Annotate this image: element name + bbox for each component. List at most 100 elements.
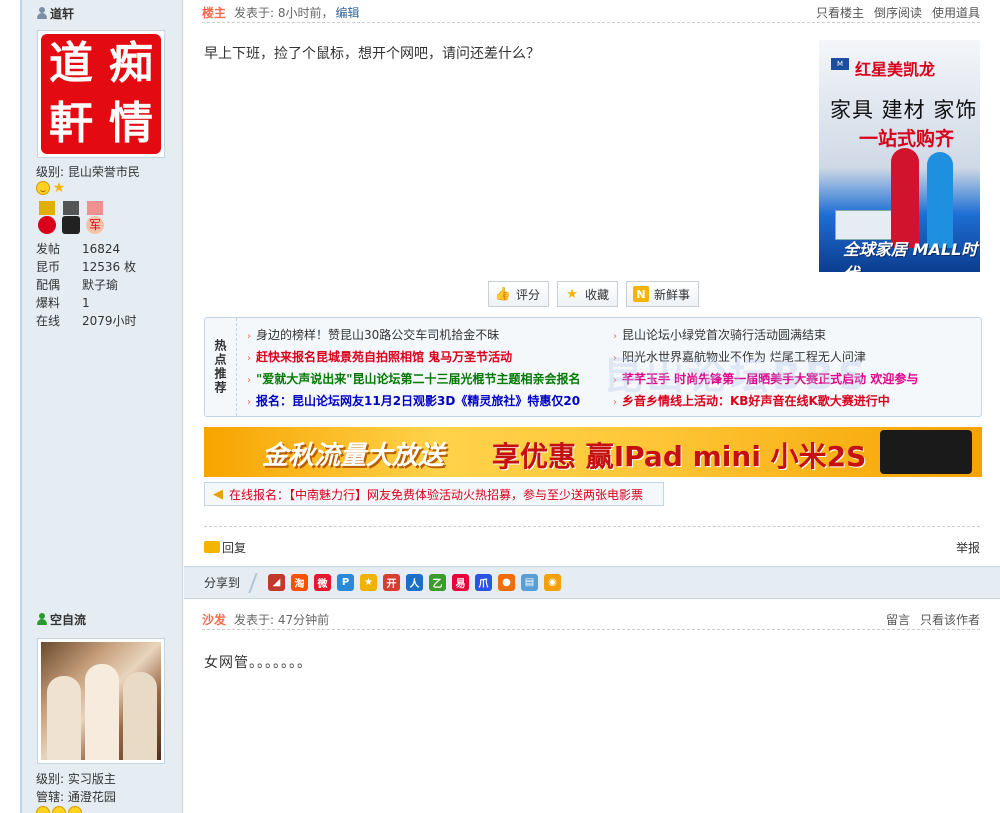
message-link[interactable]: 留言 (886, 611, 910, 628)
hot-item[interactable]: › 芊芊玉手 时尚先锋第一届晒美手大赛正式启动 欢迎参与 (613, 368, 918, 390)
reply-row: 回复 举报 (204, 538, 980, 556)
avatar[interactable]: 道 痴 軒 情 (37, 30, 165, 158)
author-row: 空自流 (36, 610, 86, 628)
stat-spouse: 配偶 默子瑜 (36, 278, 119, 292)
author-sidebar: 道轩 道 痴 軒 情 级别: 昆山荣誉市民 ★ 军 发帖 16824 昆币 12… (22, 0, 183, 600)
post-tools: 只看楼主 倒序阅读 使用道具 (816, 4, 980, 21)
hot-item[interactable]: › 身边的榜样！赞昆山30路公交车司机拾金不昧 (247, 324, 581, 346)
author-name-link[interactable]: 空自流 (50, 611, 86, 628)
reply-icon (204, 541, 220, 553)
author-level: 级别: 昆山荣誉市民 (36, 165, 140, 179)
smiley-icon (52, 806, 66, 813)
share-icon-kaixin[interactable]: 开 (383, 574, 401, 591)
stat-coins: 昆币 12536 枚 (36, 260, 136, 274)
stat-posts: 发帖 16824 (36, 242, 121, 256)
share-divider (248, 572, 268, 593)
share-icon-chat[interactable]: ◉ (544, 574, 562, 591)
share-icon-green[interactable]: 乙 (429, 574, 447, 591)
author-stats: 发帖 16824 昆币 12536 枚 配偶 默子瑜 爆料 1 在线 2079小时 (36, 240, 137, 330)
post-content: 楼主 发表于: 8小时前， 编辑 只看楼主 倒序阅读 使用道具 早上下班，捡了个… (184, 0, 1000, 600)
avatar-calligraphy: 道 痴 軒 情 (41, 34, 161, 154)
medal-camera-icon[interactable] (60, 201, 82, 235)
share-icon-renren[interactable]: 人 (406, 574, 424, 591)
reply-button[interactable]: 回复 (222, 539, 246, 556)
share-label: 分享到 (204, 576, 241, 590)
share-icon-baidu[interactable]: 爪 (475, 574, 493, 591)
medal-row: 军 (36, 201, 106, 235)
hot-recommend-box: 热点推荐 › 身边的榜样！赞昆山30路公交车司机拾金不昧 › 赶快来报名昆城景苑自拍… (204, 317, 982, 417)
hot-recommend-label: 热点推荐 (205, 318, 237, 416)
forum-thread-page: 道轩 道 痴 軒 情 级别: 昆山荣誉市民 ★ 军 发帖 16824 昆币 12… (0, 0, 1000, 813)
share-bar: 分享到 ◢ 淘微 P ★ 开人乙易爪 ● ▤ ◉ (184, 566, 1000, 599)
stat-online: 在线 2079小时 (36, 314, 137, 328)
share-icon-sohu[interactable]: 易 (452, 574, 470, 591)
share-icon-weibo[interactable]: 微 (314, 574, 332, 591)
edit-link[interactable]: 编辑 (336, 4, 360, 21)
arrow-icon: › (613, 331, 617, 342)
divider (204, 526, 980, 527)
arrow-icon: › (613, 375, 617, 386)
rate-button[interactable]: 👍 评分 (488, 281, 550, 307)
promo-banner[interactable]: 金秋流量大放送 享优惠 赢IPad mini 小米2S (204, 427, 982, 477)
medal-army-icon[interactable]: 军 (84, 201, 106, 235)
use-item-link[interactable]: 使用道具 (932, 4, 980, 21)
brand-logo-icon: M (831, 58, 849, 70)
post-body-text: 女网管。。。。。。。 (204, 655, 312, 671)
ad-tower[interactable]: M 红星美凯龙 家具 建材 家饰 一站式购齐 全球家居 MALL时代 (819, 40, 980, 272)
arrow-icon: › (247, 331, 251, 342)
news-feed-button[interactable]: N 新鲜事 (626, 281, 700, 307)
author-row: 道轩 (36, 4, 74, 22)
only-author-link[interactable]: 只看楼主 (816, 4, 864, 21)
post-floor-2: 空自流 级别: 实习版主 管辖: 通澄花园 沙发 发表于: 47分钟前 留言 只… (22, 600, 1000, 813)
ad-line-1: 家具 建材 家饰 (830, 98, 978, 122)
ad-model-blue (927, 152, 953, 248)
hot-list-right: › 昆山论坛小绿党首次骑行活动圆满结束 › 阳光水世界嘉航物业不作为 烂尾工程无人问… (613, 324, 918, 412)
author-name-link[interactable]: 道轩 (50, 5, 74, 22)
arrow-icon: › (247, 375, 251, 386)
only-this-author-link[interactable]: 只看该作者 (920, 611, 980, 628)
banner-left-text: 金秋流量大放送 (262, 441, 445, 471)
share-icon-1[interactable]: ◢ (268, 574, 286, 591)
avatar-photo (41, 642, 161, 760)
hot-item[interactable]: › 乡音乡情线上活动：KB好声音在线K歌大赛进行中 (613, 390, 918, 412)
notice-text: 在线报名：【中南魅力行】网友免费体验活动火热招募，参与至少送两张电影票 (229, 487, 644, 502)
user-offline-icon (36, 7, 48, 19)
share-icon-doc[interactable]: ▤ (521, 574, 539, 591)
hot-item[interactable]: › 赶快来报名昆城景苑自拍照相馆 鬼马万圣节活动 (247, 346, 581, 368)
share-icon-star[interactable]: ★ (360, 574, 378, 591)
medal-gold-icon[interactable] (36, 201, 58, 235)
author-sidebar: 空自流 级别: 实习版主 管辖: 通澄花园 (22, 600, 183, 813)
star-icon: ★ (566, 286, 578, 302)
speaker-icon: ◀ (213, 486, 223, 502)
ad-line-2: 一站式购齐 (859, 128, 955, 150)
ad-slogan: 全球家居 MALL时代 (843, 240, 978, 272)
avatar[interactable] (37, 638, 165, 764)
post-meta-bar: 沙发 发表于: 47分钟前 留言 只看该作者 (202, 610, 980, 630)
reverse-order-link[interactable]: 倒序阅读 (874, 4, 922, 21)
share-icon-qzone[interactable]: P (337, 574, 355, 591)
floor-label: 楼主 (202, 6, 227, 20)
hot-item[interactable]: › 报名：昆山论坛网友11月2日观影3D《精灵旅社》特惠仅20 (247, 390, 581, 412)
ad-model-red (891, 148, 919, 248)
thumbs-up-icon: 👍 (494, 286, 512, 302)
rank-icons (36, 806, 82, 813)
notice-bar[interactable]: ◀ 在线报名：【中南魅力行】网友免费体验活动火热招募，参与至少送两张电影票 (204, 482, 664, 506)
report-button[interactable]: 举报 (956, 539, 980, 556)
author-level: 级别: 实习版主 (36, 772, 116, 786)
hot-item[interactable]: › 阳光水世界嘉航物业不作为 烂尾工程无人问津 (613, 346, 918, 368)
smiley-icon (36, 806, 50, 813)
smiley-icon (68, 806, 82, 813)
share-icon-taobao[interactable]: 淘 (291, 574, 309, 591)
post-actions: 👍 评分 ★ 收藏 N 新鲜事 (488, 281, 700, 307)
post-content: 沙发 发表于: 47分钟前 留言 只看该作者 女网管。。。。。。。 (184, 600, 1000, 813)
favorite-button[interactable]: ★ 收藏 (557, 281, 619, 307)
hot-item[interactable]: › "爱就大声说出来"昆山论坛第二十三届光棍节主题相亲会报名 (247, 368, 581, 390)
hot-list-left: › 身边的榜样！赞昆山30路公交车司机拾金不昧 › 赶快来报名昆城景苑自拍照相馆 鬼… (247, 324, 581, 412)
arrow-icon: › (247, 353, 251, 364)
share-icon-apple[interactable]: ● (498, 574, 516, 591)
arrow-icon: › (247, 397, 251, 408)
arrow-icon: › (613, 397, 617, 408)
post-body-text: 早上下班，捡了个鼠标，想开个网吧，请问还差什么？ (204, 46, 540, 62)
post-time: 发表于: 8小时前， (234, 6, 334, 20)
hot-item[interactable]: › 昆山论坛小绿党首次骑行活动圆满结束 (613, 324, 918, 346)
